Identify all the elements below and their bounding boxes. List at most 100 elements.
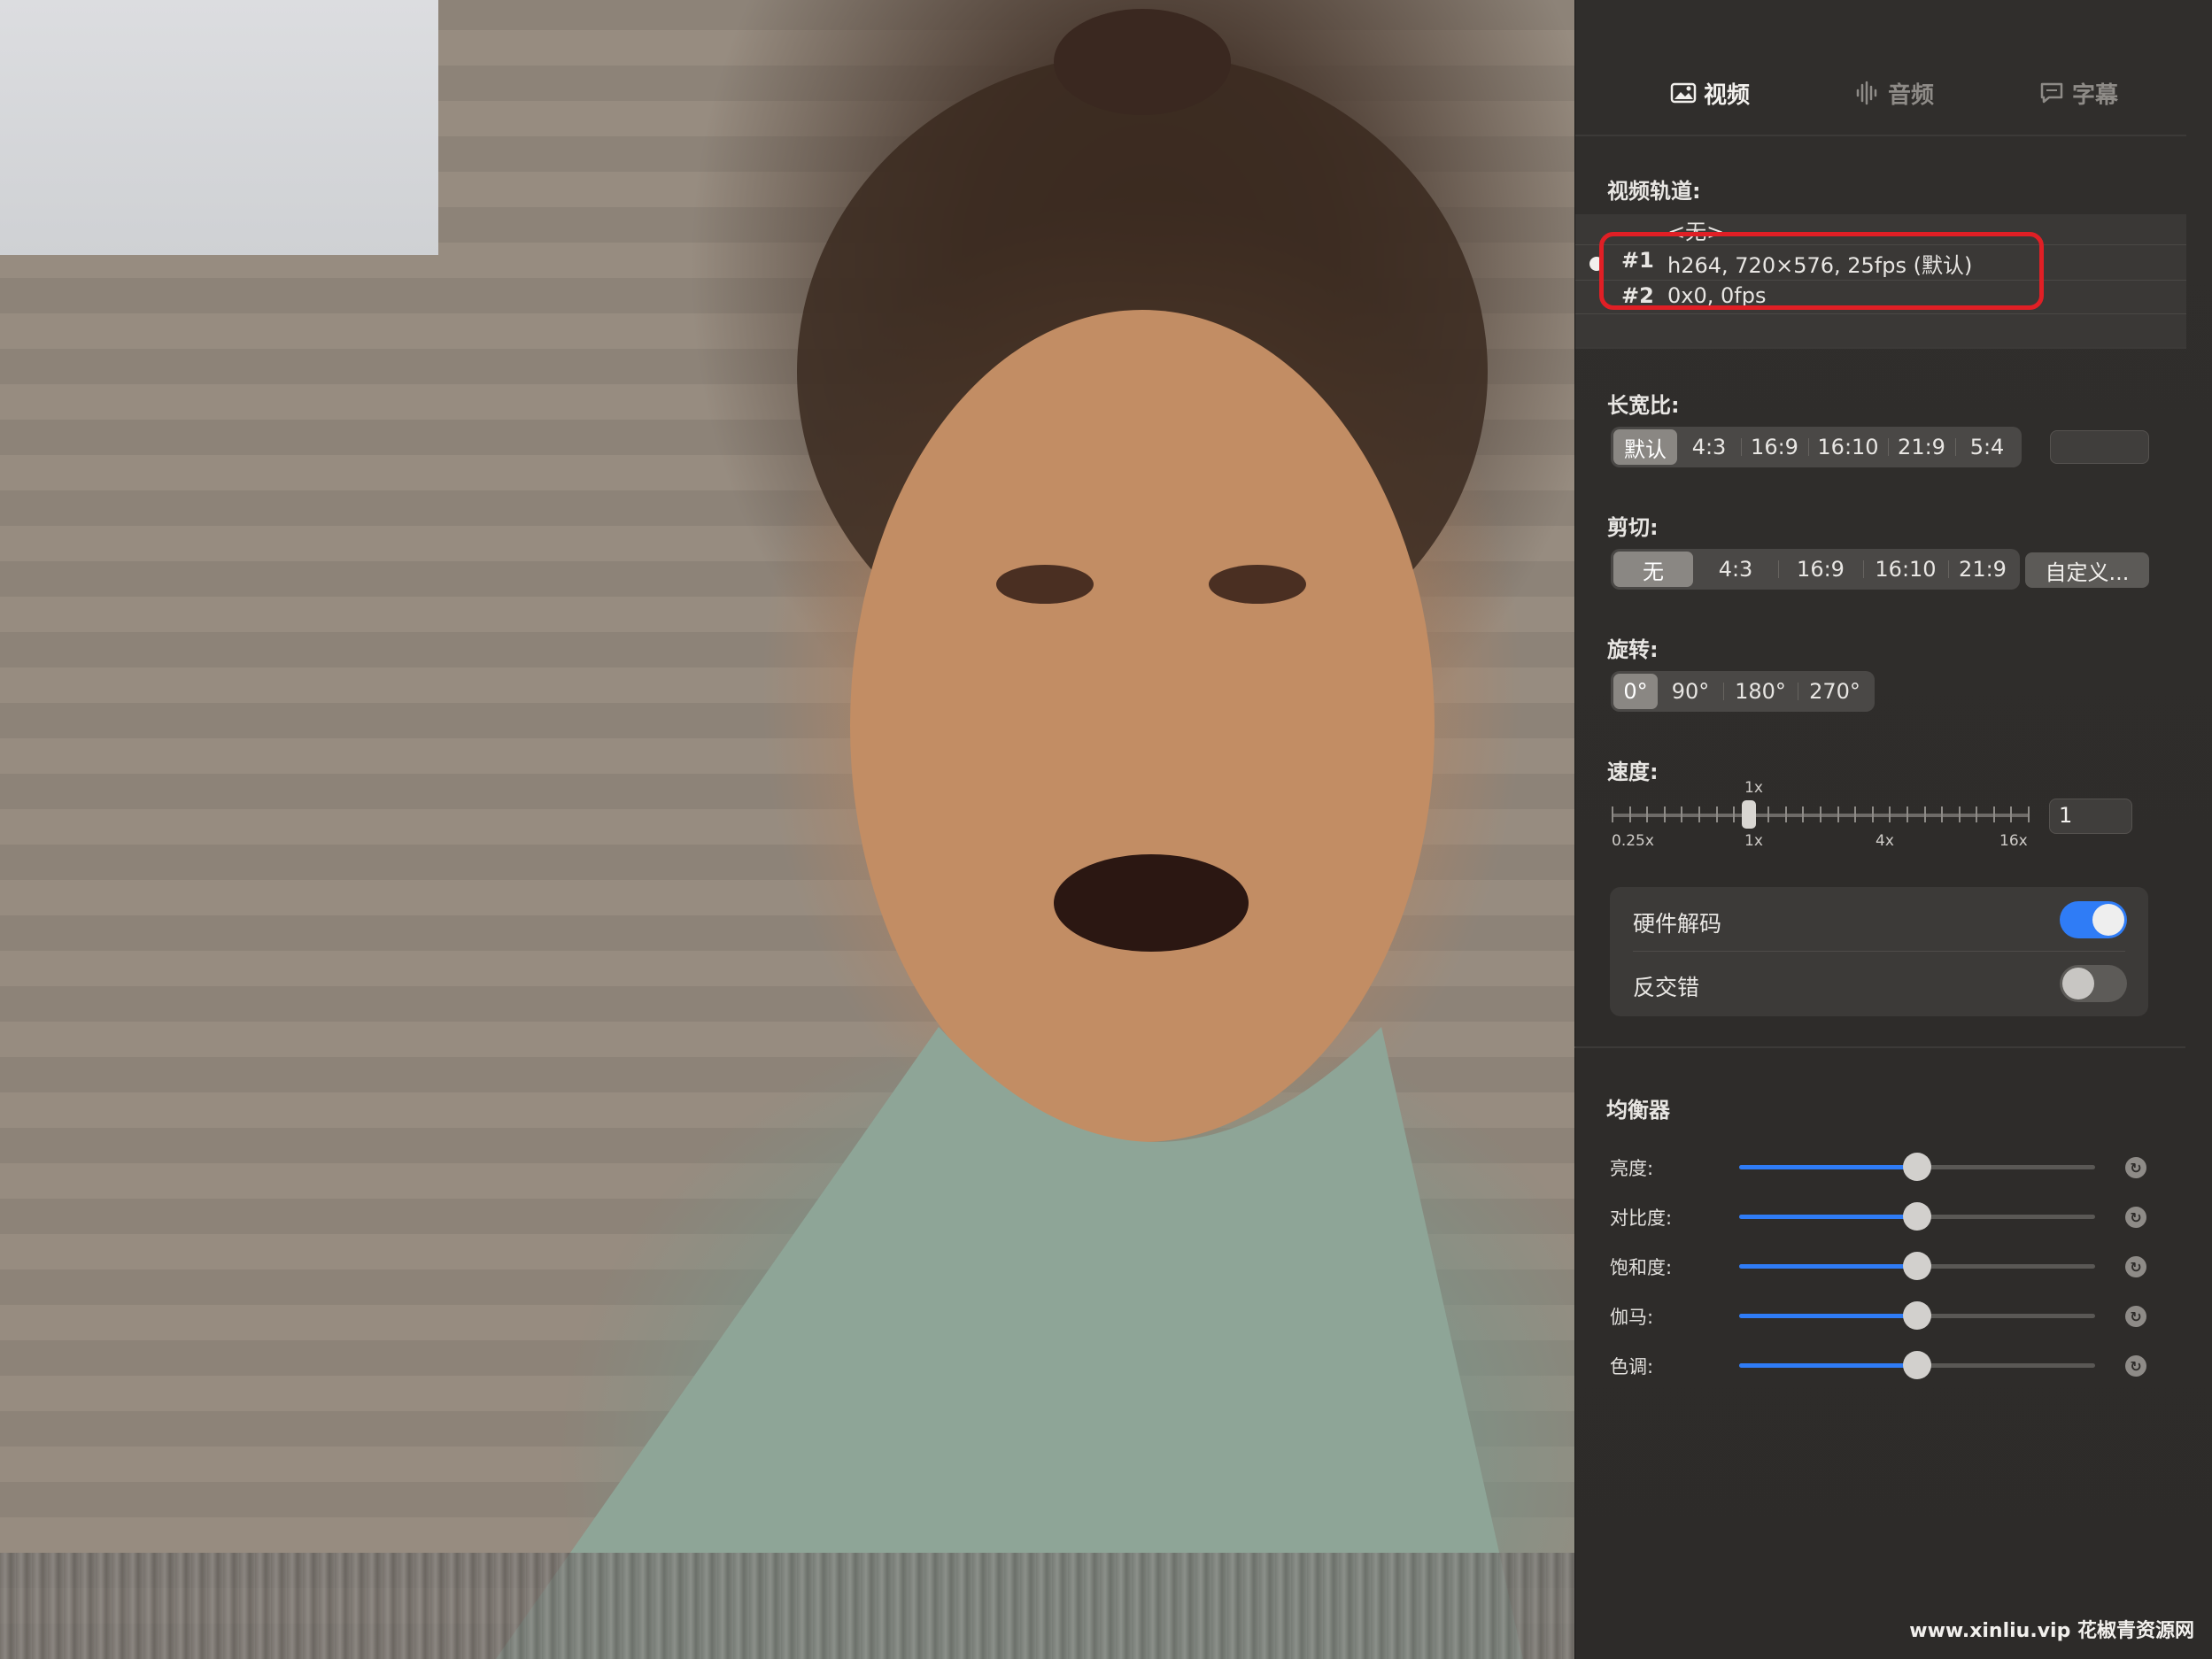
- video-noise-band: [0, 1553, 1574, 1659]
- aspect-ratio-control: 默认 4:3 16:9 16:10 21:9 5:4: [1611, 427, 2022, 467]
- rotate-option[interactable]: 180°: [1723, 674, 1798, 709]
- decode-options: 硬件解码 反交错: [1610, 887, 2148, 1016]
- video-track-title: 视频轨道:: [1607, 179, 1701, 204]
- speed-tick: [2010, 806, 2013, 822]
- speed-tick: [1802, 806, 1805, 822]
- crop-option[interactable]: 4:3: [1693, 552, 1778, 587]
- rotate-option[interactable]: 0°: [1613, 674, 1658, 709]
- speed-tick: [1906, 806, 1908, 822]
- row-divider: [1633, 951, 2125, 952]
- reset-icon[interactable]: ↻: [2125, 1256, 2146, 1277]
- rotate-title: 旋转:: [1607, 637, 1659, 662]
- tab-subtitle[interactable]: 字幕: [2038, 53, 2118, 133]
- highlight-box: [1599, 232, 2044, 310]
- gamma-slider[interactable]: [1739, 1301, 2095, 1330]
- tab-subtitle-label: 字幕: [2072, 81, 2119, 109]
- tab-divider: [1575, 135, 2186, 136]
- crop-control: 无 4:3 16:9 16:10 21:9: [1611, 549, 2020, 590]
- speed-tick: [1889, 806, 1891, 822]
- crop-title: 剪切:: [1607, 515, 1659, 540]
- slider-knob[interactable]: [1903, 1202, 1931, 1231]
- switch-knob: [2062, 968, 2094, 999]
- crop-option[interactable]: 16:10: [1863, 552, 1948, 587]
- slider-knob[interactable]: [1903, 1153, 1931, 1181]
- reset-icon[interactable]: ↻: [2125, 1306, 2146, 1327]
- speed-slider-knob[interactable]: [1742, 800, 1757, 829]
- switch-knob: [2092, 904, 2124, 936]
- aspect-option[interactable]: 5:4: [1955, 429, 2019, 465]
- rotate-option[interactable]: 90°: [1658, 674, 1723, 709]
- aspect-option[interactable]: 21:9: [1888, 429, 1955, 465]
- reset-icon[interactable]: ↻: [2125, 1157, 2146, 1178]
- brightness-label: 亮度:: [1610, 1158, 1654, 1179]
- speed-scale-label: 1x: [1744, 832, 1763, 850]
- row-divider: [1575, 313, 2186, 314]
- crop-option[interactable]: 21:9: [1948, 552, 2017, 587]
- hue-slider[interactable]: [1739, 1351, 2095, 1379]
- video-view[interactable]: [0, 0, 1574, 1659]
- speed-tick: [1923, 806, 1926, 822]
- speed-tick: [1976, 806, 1978, 822]
- speed-tick: [1612, 806, 1613, 822]
- slider-fill: [1739, 1363, 1917, 1368]
- speed-scale-label: 16x: [1999, 832, 2028, 850]
- speed-tick: [1837, 806, 1839, 822]
- speed-tick: [1733, 806, 1736, 822]
- tab-audio-label: 音频: [1887, 81, 1934, 109]
- reset-icon[interactable]: ↻: [2125, 1355, 2146, 1377]
- speed-tick: [1698, 806, 1700, 822]
- speed-value: 1: [2059, 803, 2073, 828]
- tab-bar: 视频 音频 字幕: [1575, 53, 2212, 133]
- speed-tick: [1854, 806, 1857, 822]
- slider-knob[interactable]: [1903, 1351, 1931, 1379]
- saturation-label: 饱和度:: [1610, 1257, 1673, 1278]
- speed-tick: [1958, 806, 1961, 822]
- aspect-option[interactable]: 4:3: [1677, 429, 1741, 465]
- tab-audio[interactable]: 音频: [1854, 53, 1934, 133]
- speed-scale-label: 4x: [1876, 832, 1894, 850]
- waveform-icon: [1856, 81, 1877, 105]
- tab-video-label: 视频: [1703, 81, 1750, 109]
- speed-tick: [1992, 806, 1995, 822]
- crop-option[interactable]: 16:9: [1778, 552, 1863, 587]
- deinterlace-switch[interactable]: [2060, 965, 2127, 1002]
- aspect-option[interactable]: 16:10: [1808, 429, 1888, 465]
- slider-fill: [1739, 1215, 1917, 1219]
- slider-fill: [1739, 1165, 1917, 1169]
- brightness-slider[interactable]: [1739, 1153, 2095, 1181]
- slider-knob[interactable]: [1903, 1301, 1931, 1330]
- speed-tick: [1715, 806, 1718, 822]
- speed-tick: [1646, 806, 1649, 822]
- slider-knob[interactable]: [1903, 1252, 1931, 1280]
- speed-current-label: 1x: [1744, 779, 1763, 797]
- saturation-slider[interactable]: [1739, 1252, 2095, 1280]
- speed-tick: [1767, 806, 1770, 822]
- tab-video[interactable]: 视频: [1670, 53, 1750, 133]
- reset-icon[interactable]: ↻: [2125, 1207, 2146, 1228]
- speed-tick: [1820, 806, 1821, 822]
- slider-fill: [1739, 1264, 1917, 1269]
- rotate-option[interactable]: 270°: [1798, 674, 1872, 709]
- video-frame-figure: [496, 9, 1523, 1659]
- aspect-option[interactable]: 16:9: [1741, 429, 1808, 465]
- speed-tick: [1941, 806, 1944, 822]
- crop-custom-button[interactable]: 自定义...: [2025, 552, 2149, 588]
- contrast-label: 对比度:: [1610, 1208, 1673, 1229]
- aspect-option[interactable]: 默认: [1613, 429, 1677, 465]
- hardware-decode-switch[interactable]: [2060, 901, 2127, 938]
- speed-tick: [1663, 806, 1666, 822]
- speed-tick: [1784, 806, 1787, 822]
- image-icon: [1670, 82, 1697, 104]
- equalizer-title: 均衡器: [1606, 1098, 1670, 1123]
- crop-option[interactable]: 无: [1613, 552, 1693, 587]
- rotate-control: 0° 90° 180° 270°: [1611, 671, 1875, 712]
- contrast-slider[interactable]: [1739, 1202, 2095, 1231]
- speed-value-input[interactable]: 1: [2049, 799, 2132, 834]
- section-divider: [1574, 1046, 2185, 1048]
- slider-fill: [1739, 1314, 1917, 1318]
- gamma-label: 伽马:: [1610, 1307, 1654, 1328]
- deinterlace-label: 反交错: [1633, 975, 1700, 1000]
- aspect-custom-input[interactable]: [2050, 430, 2149, 464]
- speed-tick: [1681, 806, 1683, 822]
- aspect-title: 长宽比:: [1607, 393, 1680, 418]
